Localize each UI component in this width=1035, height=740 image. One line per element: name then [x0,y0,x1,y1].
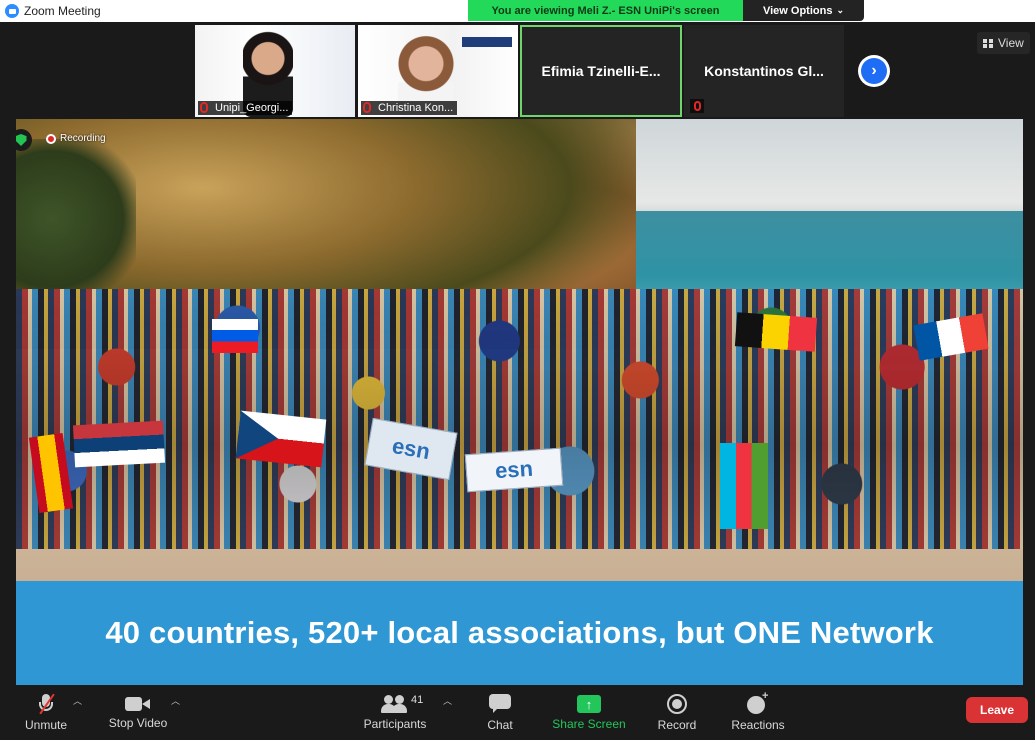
azerbaijan-flag [720,443,768,529]
participant-tile[interactable]: Christina Kon... [358,25,518,117]
participants-icon [381,695,409,713]
beach-crowd-photo: esn esn Recording [16,119,1023,581]
mic-muted-icon [39,693,55,715]
grid-icon [983,38,993,48]
viewing-screen-notice: You are viewing Meli Z.- ESN UniPi's scr… [468,0,743,21]
view-options-button[interactable]: View Options ⌄ [743,0,864,21]
mic-muted-icon [363,102,375,114]
meeting-toolbar: Unmute ︿ Stop Video ︿ Participants 41 ︿ … [0,686,1035,740]
participants-count: 41 [411,694,424,706]
share-banner: You are viewing Meli Z.- ESN UniPi's scr… [468,0,864,21]
chat-bubble-icon [489,694,511,714]
reactions-smiley-icon: + [747,690,769,714]
chevron-down-icon: ⌄ [836,5,845,15]
participant-strip: Unipi_Georgi... Christina Kon... Efimia … [0,22,1035,119]
view-options-label: View Options [762,4,833,17]
next-page-button[interactable]: › [858,55,890,87]
participant-tile[interactable]: Unipi_Georgi... [195,25,355,117]
window-title: Zoom Meeting [24,4,101,18]
participant-name-tag: Christina Kon... [361,101,458,115]
participants-options-caret-icon[interactable]: ︿ [443,694,452,707]
participant-tile[interactable]: Konstantinos Gl... [684,25,844,117]
shared-screen: esn esn Recording 40 countries, 520+ loc… [16,119,1023,685]
recording-label: Recording [60,133,106,144]
view-layout-button[interactable]: View [977,32,1030,54]
participant-name: Christina Kon... [378,102,454,114]
view-layout-label: View [998,36,1024,50]
record-dot-icon [46,133,56,144]
participants-label: Participants [363,717,427,731]
record-label: Record [657,718,697,732]
participant-name: Unipi_Georgi... [215,102,289,114]
czech-flag [235,410,327,468]
chevron-right-icon: › [861,58,887,84]
photo-crowd-shade [16,289,1023,549]
stop-video-button[interactable]: Stop Video [104,686,172,740]
leave-button[interactable]: Leave [966,697,1028,723]
belgium-flag [734,312,818,352]
serbia-flag [72,420,166,468]
audio-options-caret-icon[interactable]: ︿ [73,694,82,707]
mic-muted-icon [690,99,704,113]
chat-label: Chat [487,718,513,732]
video-camera-icon [125,696,151,712]
recording-indicator: Recording [46,133,106,144]
slide-caption-text: 40 countries, 520+ local associations, b… [105,615,934,650]
unmute-button[interactable]: Unmute [20,686,72,740]
participant-name-tag: Unipi_Georgi... [198,101,293,115]
mic-muted-icon [200,102,212,114]
participant-tile-active-speaker[interactable]: Efimia Tzinelli-E... [520,25,682,117]
participant-name: Konstantinos Gl... [704,63,824,79]
stop-video-label: Stop Video [108,716,168,730]
slovenia-flag [212,319,258,353]
slide-caption: 40 countries, 520+ local associations, b… [16,581,1023,685]
reactions-button[interactable]: + Reactions [728,686,788,740]
share-screen-button[interactable]: ↑ Share Screen [550,686,628,740]
encryption-shield-icon[interactable] [10,129,32,151]
video-options-caret-icon[interactable]: ︿ [171,694,180,707]
record-icon [667,694,687,714]
participant-name: Efimia Tzinelli-E... [541,63,661,79]
chat-button[interactable]: Chat [480,686,520,740]
university-logo [462,37,512,47]
zoom-logo-icon [5,4,19,18]
esn-banner: esn [464,447,564,493]
reactions-label: Reactions [731,718,785,732]
photo-hill [16,139,136,299]
share-screen-arrow-icon: ↑ [577,695,601,713]
record-button[interactable]: Record [654,686,700,740]
unmute-label: Unmute [24,718,68,732]
share-screen-label: Share Screen [552,717,626,731]
